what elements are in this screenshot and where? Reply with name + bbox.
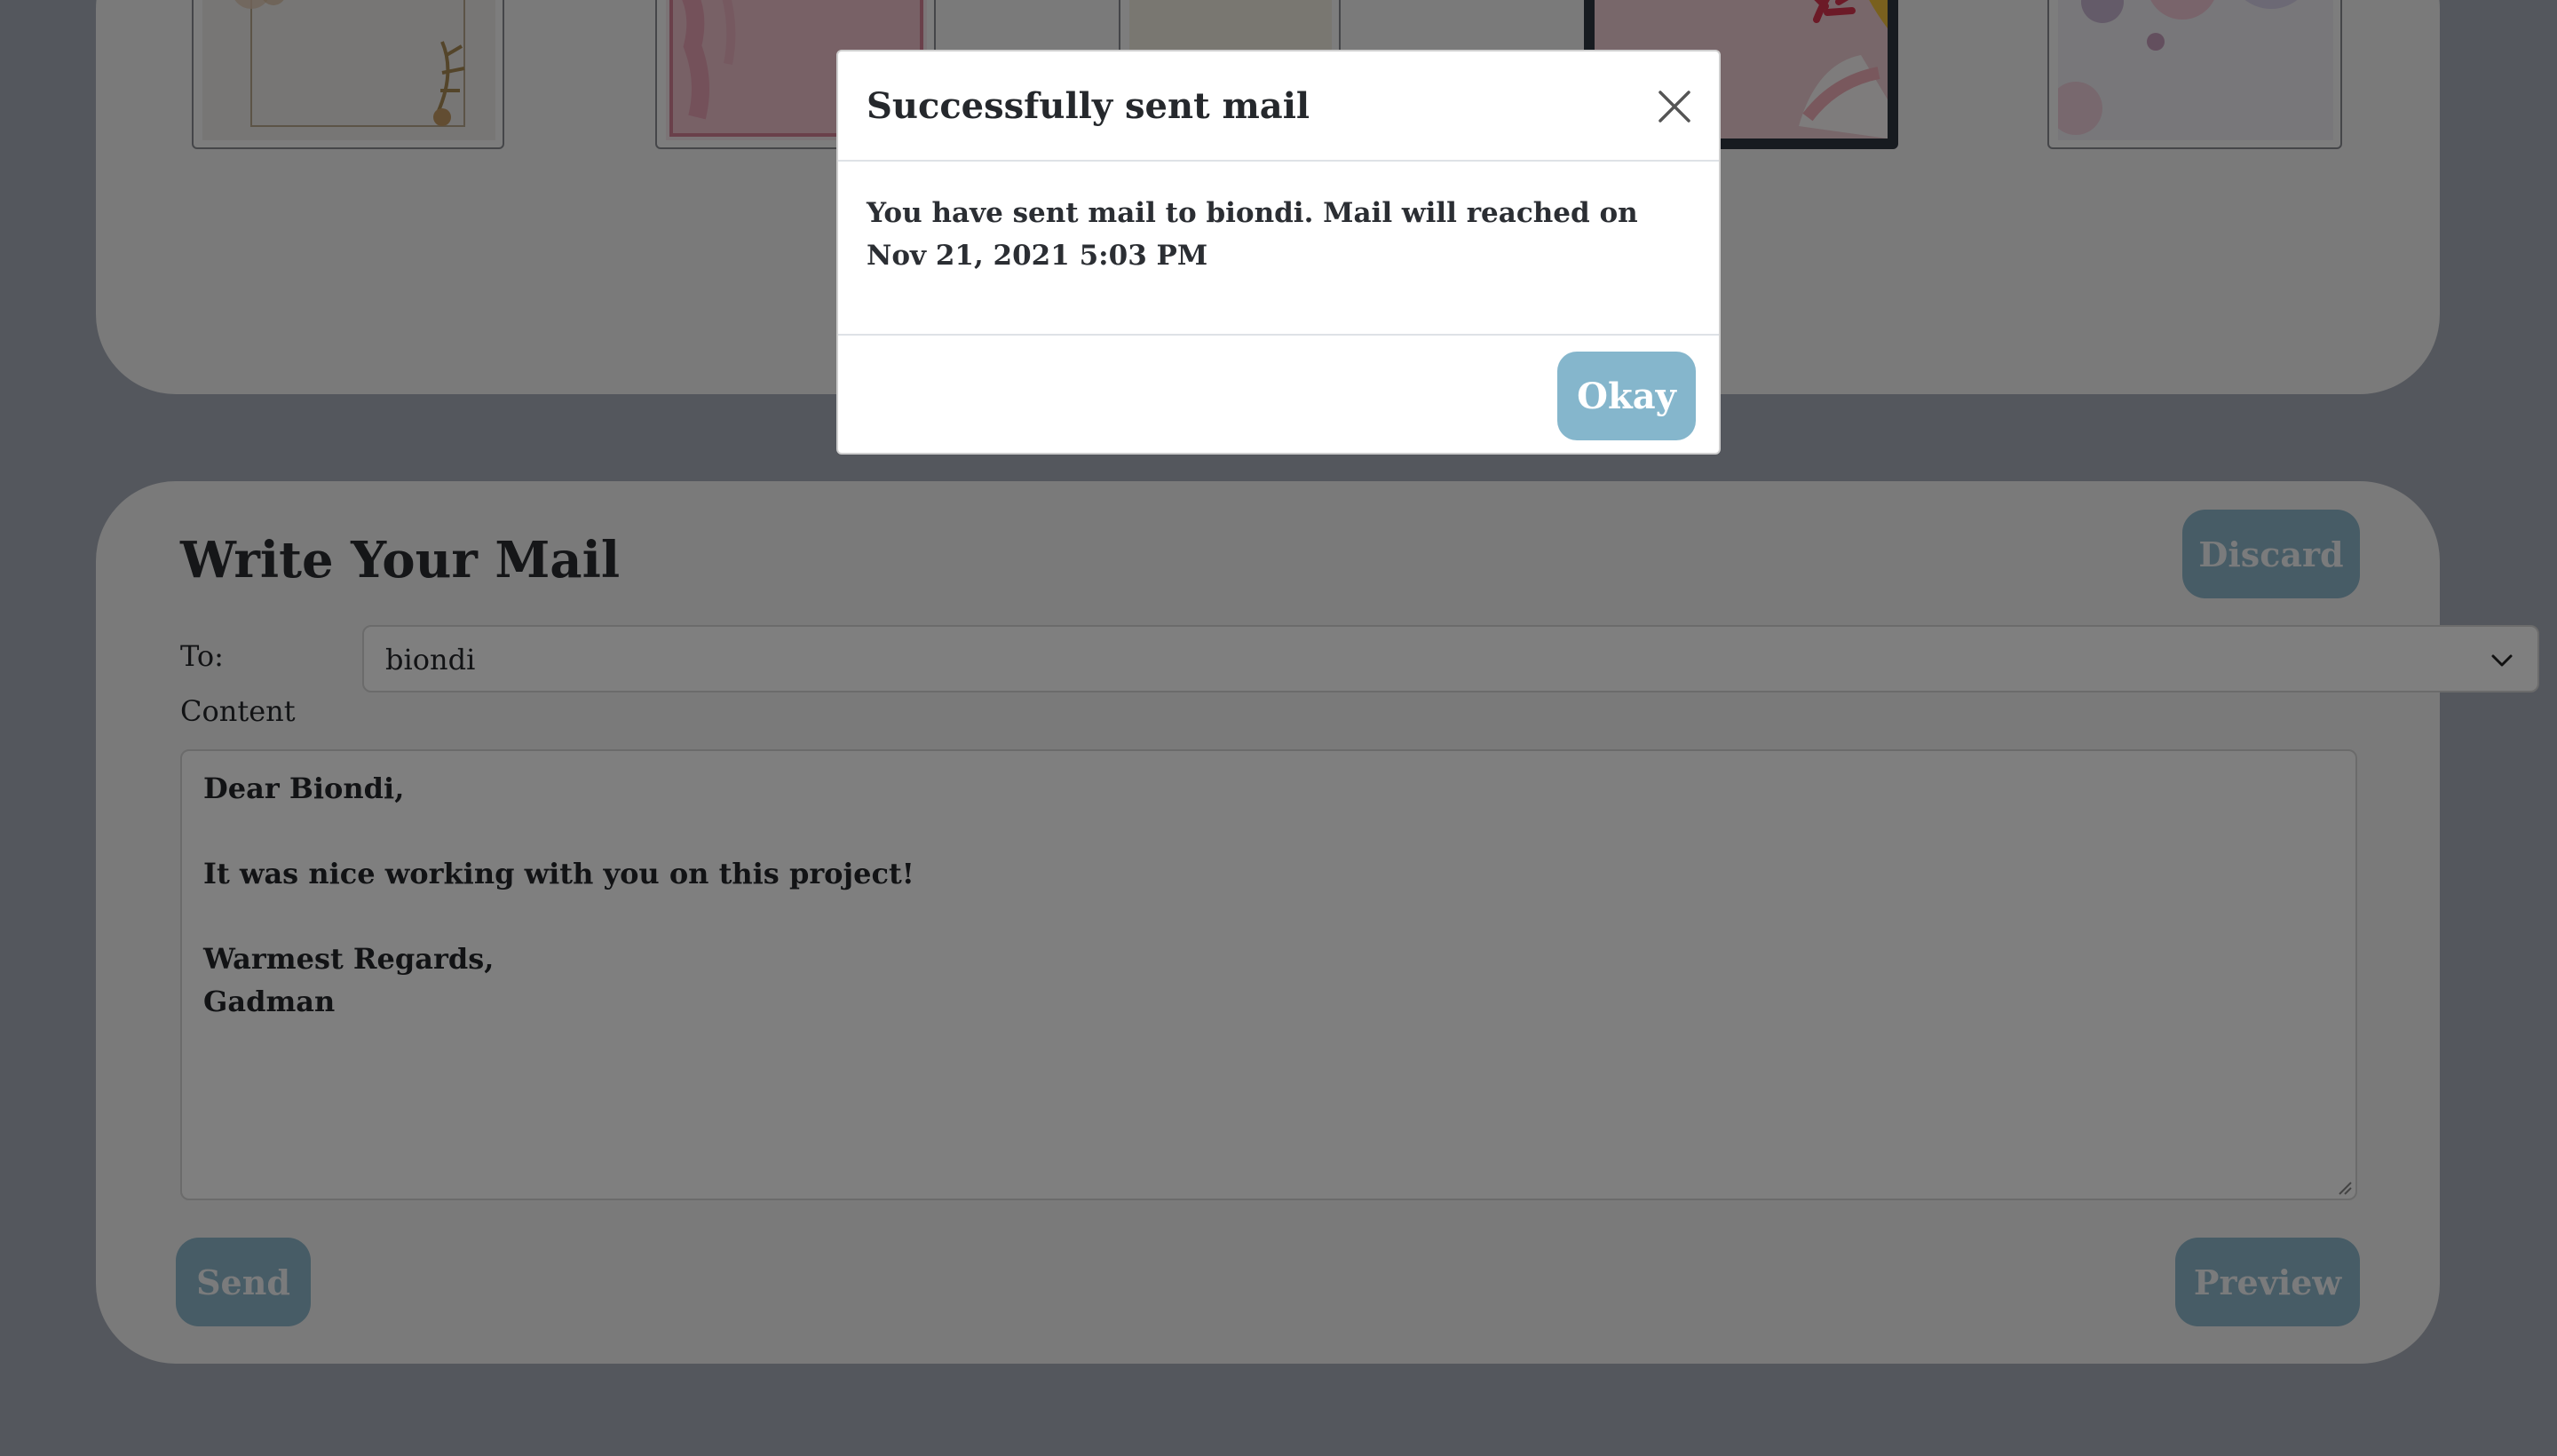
- modal-title: Successfully sent mail: [867, 85, 1310, 127]
- close-button[interactable]: [1653, 85, 1696, 128]
- close-icon: [1658, 91, 1690, 123]
- okay-button[interactable]: Okay: [1557, 352, 1696, 440]
- modal-header: Successfully sent mail: [838, 51, 1719, 162]
- modal-footer: Okay: [838, 334, 1719, 456]
- modal-message: You have sent mail to biondi. Mail will …: [867, 197, 1638, 272]
- success-modal: Successfully sent mail You have sent mai…: [836, 50, 1721, 455]
